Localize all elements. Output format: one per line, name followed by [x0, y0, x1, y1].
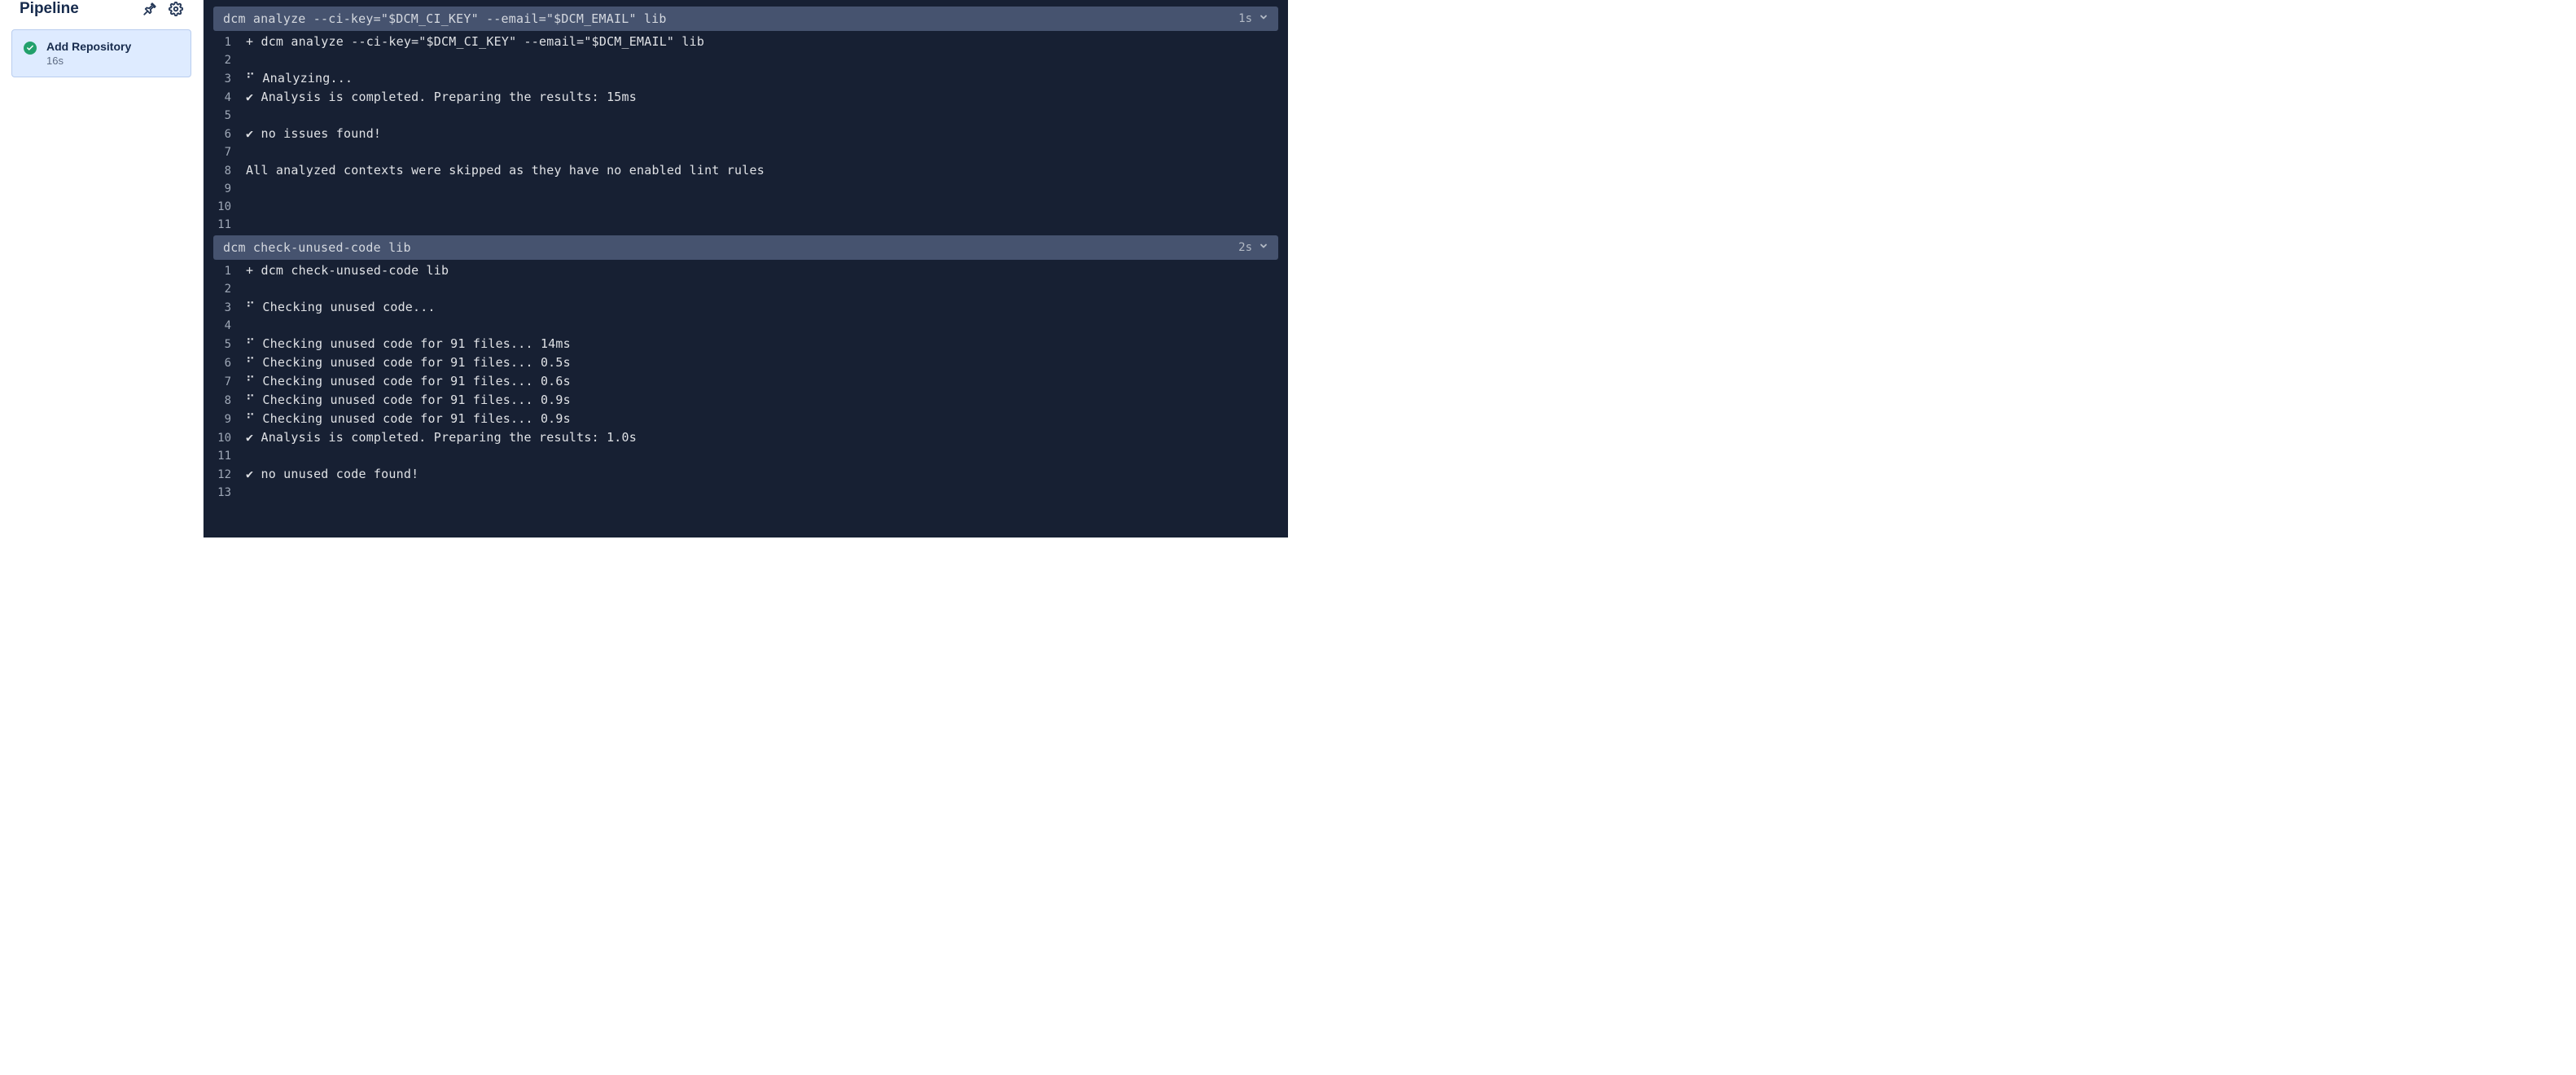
command-title: dcm check-unused-code lib [223, 240, 411, 255]
log-line: 13 [207, 484, 1278, 502]
log-line: 7 [207, 143, 1278, 161]
console-panel[interactable]: dcm analyze --ci-key="$DCM_CI_KEY" --ema… [204, 0, 1288, 538]
log-line-number: 11 [207, 216, 246, 234]
log-line: 5⠋ Checking unused code for 91 files... … [207, 335, 1278, 353]
pipeline-step-card[interactable]: Add Repository 16s [11, 29, 191, 77]
command-meta: 1s [1238, 12, 1268, 25]
log-line-number: 3 [207, 70, 246, 88]
log-line: 12✔ no unused code found! [207, 465, 1278, 484]
chevron-down-icon[interactable] [1259, 241, 1268, 254]
log-line: 6⠋ Checking unused code for 91 files... … [207, 353, 1278, 372]
log-line-number: 5 [207, 107, 246, 125]
log-line: 3⠋ Analyzing... [207, 69, 1278, 88]
log-line-number: 4 [207, 317, 246, 335]
step-duration: 16s [46, 55, 131, 67]
log-line-number: 12 [207, 466, 246, 484]
command-title: dcm analyze --ci-key="$DCM_CI_KEY" --ema… [223, 11, 667, 26]
log-line-number: 1 [207, 262, 246, 280]
log-text: ✔ Analysis is completed. Preparing the r… [246, 428, 637, 446]
log-line-number: 3 [207, 299, 246, 317]
log-line-number: 2 [207, 280, 246, 298]
log-line: 10✔ Analysis is completed. Preparing the… [207, 428, 1278, 447]
pin-icon[interactable] [142, 2, 157, 16]
log-line: 4✔ Analysis is completed. Preparing the … [207, 88, 1278, 107]
log-text: ⠋ Checking unused code for 91 files... 0… [246, 372, 571, 390]
log-text: ✔ no issues found! [246, 125, 381, 143]
log-line-number: 10 [207, 198, 246, 216]
log-line-number: 7 [207, 373, 246, 391]
step-info: Add Repository 16s [46, 40, 131, 67]
log-text: ✔ no unused code found! [246, 465, 418, 483]
log-text: ⠋ Checking unused code for 91 files... 0… [246, 353, 571, 371]
chevron-down-icon[interactable] [1259, 12, 1268, 25]
log-line-number: 9 [207, 180, 246, 198]
command-block: dcm check-unused-code lib 2s 1+ dcm check-… [207, 235, 1278, 502]
log-line-number: 13 [207, 484, 246, 502]
log-text: ⠋ Checking unused code for 91 files... 0… [246, 410, 571, 428]
log-text: ⠋ Checking unused code for 91 files... 0… [246, 391, 571, 409]
sidebar-header-icons [142, 2, 183, 16]
step-name: Add Repository [46, 40, 131, 53]
log-text: All analyzed contexts were skipped as th… [246, 161, 764, 179]
log-line-number: 8 [207, 392, 246, 410]
log-line: 3⠋ Checking unused code... [207, 298, 1278, 317]
log-line-number: 8 [207, 162, 246, 180]
log-line: 7⠋ Checking unused code for 91 files... … [207, 372, 1278, 391]
log-text: ⠋ Checking unused code... [246, 298, 436, 316]
log-line: 5 [207, 107, 1278, 125]
gear-icon[interactable] [169, 2, 183, 16]
step-status-success-icon [24, 42, 37, 55]
log-text: + dcm analyze --ci-key="$DCM_CI_KEY" --e… [246, 33, 704, 50]
sidebar-title: Pipeline [20, 0, 79, 18]
log-line: 8All analyzed contexts were skipped as t… [207, 161, 1278, 180]
log-line: 1+ dcm check-unused-code lib [207, 261, 1278, 280]
sidebar-header: Pipeline [11, 0, 191, 24]
command-header[interactable]: dcm check-unused-code lib 2s [213, 235, 1278, 260]
log-line: 4 [207, 317, 1278, 335]
log-line-number: 7 [207, 143, 246, 161]
log-text: + dcm check-unused-code lib [246, 261, 449, 279]
log-line: 1+ dcm analyze --ci-key="$DCM_CI_KEY" --… [207, 33, 1278, 51]
log-line-number: 2 [207, 51, 246, 69]
command-header[interactable]: dcm analyze --ci-key="$DCM_CI_KEY" --ema… [213, 7, 1278, 31]
log-line-number: 11 [207, 447, 246, 465]
command-duration: 2s [1238, 241, 1252, 254]
log-line: 9⠋ Checking unused code for 91 files... … [207, 410, 1278, 428]
log-line: 11 [207, 447, 1278, 465]
log-line-number: 5 [207, 336, 246, 353]
log-line-number: 1 [207, 33, 246, 51]
log-line: 9 [207, 180, 1278, 198]
log-line-number: 10 [207, 429, 246, 447]
log-line-number: 6 [207, 125, 246, 143]
log-line: 6✔ no issues found! [207, 125, 1278, 143]
command-duration: 1s [1238, 12, 1252, 25]
log-line: 2 [207, 280, 1278, 298]
log-line-number: 9 [207, 410, 246, 428]
log-line-number: 4 [207, 89, 246, 107]
log-line: 2 [207, 51, 1278, 69]
log-line: 8⠋ Checking unused code for 91 files... … [207, 391, 1278, 410]
log-text: ✔ Analysis is completed. Preparing the r… [246, 88, 637, 106]
log-text: ⠋ Checking unused code for 91 files... 1… [246, 335, 571, 353]
log-line-number: 6 [207, 354, 246, 372]
command-block: dcm analyze --ci-key="$DCM_CI_KEY" --ema… [207, 7, 1278, 234]
pipeline-sidebar: Pipeline Add Repository 1 [0, 0, 204, 538]
log-line: 11 [207, 216, 1278, 234]
log-line: 10 [207, 198, 1278, 216]
log-text: ⠋ Analyzing... [246, 69, 353, 87]
command-meta: 2s [1238, 241, 1268, 254]
